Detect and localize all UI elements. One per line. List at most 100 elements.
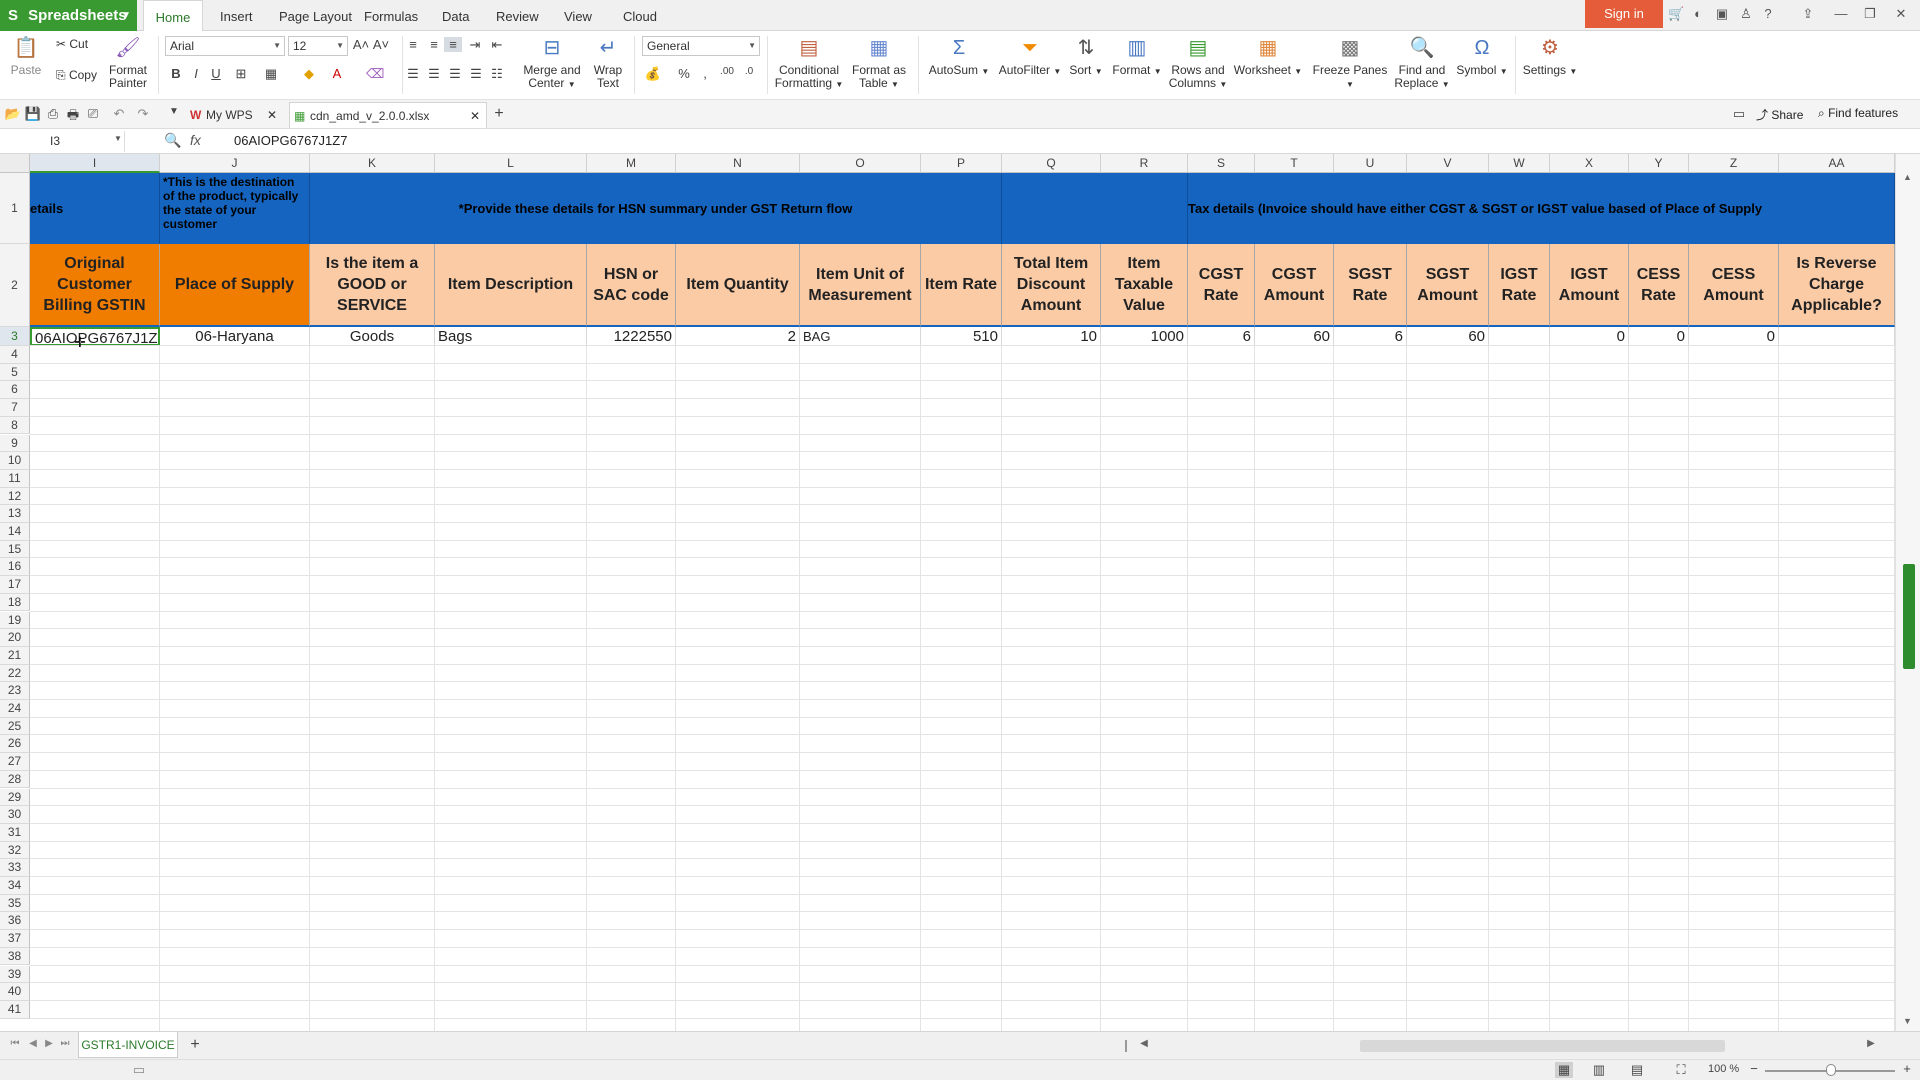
first-sheet-icon[interactable]: ⏮ [6,1038,24,1049]
column-header-u[interactable]: U [1334,154,1407,173]
column-header-w[interactable]: W [1489,154,1550,173]
tab-home[interactable]: Home [143,0,203,32]
select-all-corner[interactable] [0,154,30,173]
bold-button[interactable]: B [167,66,185,81]
underline-button[interactable]: U [207,66,225,81]
paste-button[interactable]: 📋 Paste [6,35,46,77]
vertical-scrollbar[interactable]: ▲ ▼ [1895,154,1920,1031]
row-header[interactable]: 32 [0,841,30,860]
row-header[interactable]: 24 [0,700,30,718]
page-break-view-icon[interactable]: ▥ [1590,1062,1608,1078]
formula-input[interactable]: 06AIOPG6767J1Z7 [234,133,347,148]
fx-button[interactable]: fx [190,132,201,148]
doc-tab-file[interactable]: ▦ cdn_amd_v_2.0.0.xlsx ✕ [289,102,487,128]
column-header-k[interactable]: K [310,154,435,173]
align-top-icon[interactable]: ≡ [404,37,422,52]
font-increase-icon[interactable]: A˄ [352,37,370,52]
currency-icon[interactable]: 💰 [644,66,662,82]
cart-icon[interactable]: 🛒 [1668,6,1684,22]
scroll-left-icon[interactable]: ◀ [1135,1038,1153,1049]
column-title[interactable]: Item Taxable Value [1101,244,1188,327]
row-header[interactable]: 38 [0,947,30,966]
font-family-select[interactable]: Arial ▼ [165,36,285,56]
tab-review[interactable]: Review [494,0,541,31]
conditional-formatting-button[interactable]: ▤ Conditional Formatting ▼ [773,35,845,91]
format-painter-button[interactable]: 🖌 Format Painter [106,35,150,90]
column-header-x[interactable]: X [1550,154,1629,173]
close-icon[interactable]: ✕ [470,103,480,129]
template-icon[interactable]: ▣ [1714,6,1730,22]
column-title[interactable]: CGST Rate [1188,244,1255,327]
row-header[interactable]: 7 [0,399,30,417]
rows-columns-button[interactable]: ▤ Rows and Columns ▼ [1168,35,1228,91]
column-title[interactable]: Item Unit of Measurement [800,244,921,327]
find-features-button[interactable]: ⌕ Find features [1818,106,1898,121]
column-header-v[interactable]: V [1407,154,1489,173]
row-header[interactable]: 29 [0,788,30,807]
data-cell[interactable]: BAG [800,327,921,346]
zoom-out-icon[interactable]: − [1745,1061,1763,1076]
sign-in-button[interactable]: Sign in [1585,0,1663,28]
justify-icon[interactable]: ☰ [467,66,485,82]
row-header[interactable]: 16 [0,558,30,577]
tab-data[interactable]: Data [440,0,471,31]
scroll-up-icon[interactable]: ▲ [1903,172,1912,182]
row-header[interactable]: 9 [0,434,30,453]
column-title[interactable]: Place of Supply [160,244,310,327]
column-header-s[interactable]: S [1188,154,1255,173]
format-button[interactable]: ▥ Format ▼ [1110,35,1164,78]
row1-destination-note[interactable]: *This is the destination of the product,… [160,173,310,244]
data-cell[interactable]: Goods [310,327,435,346]
share-button[interactable]: ⤴ Share [1756,106,1803,123]
page-layout-view-icon[interactable]: ▤ [1628,1062,1646,1078]
row-header[interactable]: 30 [0,806,30,824]
align-right-icon[interactable]: ☰ [446,66,464,82]
tab-insert[interactable]: Insert [218,0,255,31]
row-header[interactable]: 37 [0,930,30,948]
column-title[interactable]: CESS Rate [1629,244,1689,327]
column-title[interactable]: Item Rate [921,244,1002,327]
data-cell[interactable]: Bags [435,327,587,346]
close-icon[interactable]: ✕ [1893,6,1909,22]
column-title[interactable]: Item Quantity [676,244,800,327]
zoom-search-icon[interactable]: 🔍 [164,132,181,149]
horizontal-scroll-thumb[interactable] [1360,1040,1725,1052]
chevron-down-icon[interactable]: ▼ [114,134,122,143]
row-header[interactable]: 3 [0,327,30,346]
data-cell[interactable]: 1222550 [587,327,676,346]
autosum-button[interactable]: Σ AutoSum ▼ [928,35,990,78]
row-header[interactable]: 4 [0,346,30,364]
font-color-icon[interactable]: A [328,66,346,81]
row-header[interactable]: 22 [0,664,30,683]
sort-button[interactable]: ⇅ Sort ▼ [1069,35,1103,78]
last-sheet-icon[interactable]: ⏭ [56,1038,74,1049]
tab-formulas[interactable]: Formulas [362,0,420,31]
full-screen-icon[interactable]: ⛶ [1672,1062,1690,1078]
autofilter-button[interactable]: ⏷ AutoFilter ▼ [997,35,1063,78]
symbol-button[interactable]: Ω Symbol ▼ [1454,35,1510,78]
row-header[interactable]: 12 [0,487,30,506]
column-title[interactable]: Is Reverse Charge Applicable? [1779,244,1895,327]
data-cell[interactable]: 6 [1188,327,1255,346]
row1-tax-note[interactable]: Tax details (Invoice should have either … [1188,173,1895,244]
align-center-icon[interactable]: ☰ [425,66,443,82]
column-header-y[interactable]: Y [1629,154,1689,173]
freeze-panes-button[interactable]: ▩ Freeze Panes ▼ [1308,35,1392,91]
new-tab-plus-icon[interactable]: + [490,105,508,123]
open-folder-icon[interactable]: 📂 [4,106,22,122]
row-header[interactable]: 40 [0,983,30,1001]
row-header[interactable]: 28 [0,770,30,789]
number-format-select[interactable]: General ▼ [642,36,760,56]
data-cell[interactable]: 6 [1334,327,1407,346]
data-cell[interactable]: 10 [1002,327,1101,346]
row-header[interactable]: 39 [0,965,30,984]
indent-icon[interactable]: ⇥ [466,37,484,53]
row-header[interactable]: 15 [0,540,30,559]
column-title[interactable]: CESS Amount [1689,244,1779,327]
skin-icon[interactable]: ◐ [1690,6,1706,21]
tab-page-layout[interactable]: Page Layout [277,0,354,31]
add-sheet-plus-icon[interactable]: + [186,1036,204,1054]
font-decrease-icon[interactable]: A˅ [372,37,390,52]
column-header-q[interactable]: Q [1002,154,1101,173]
layout-icon[interactable]: ▭ [1730,106,1748,122]
